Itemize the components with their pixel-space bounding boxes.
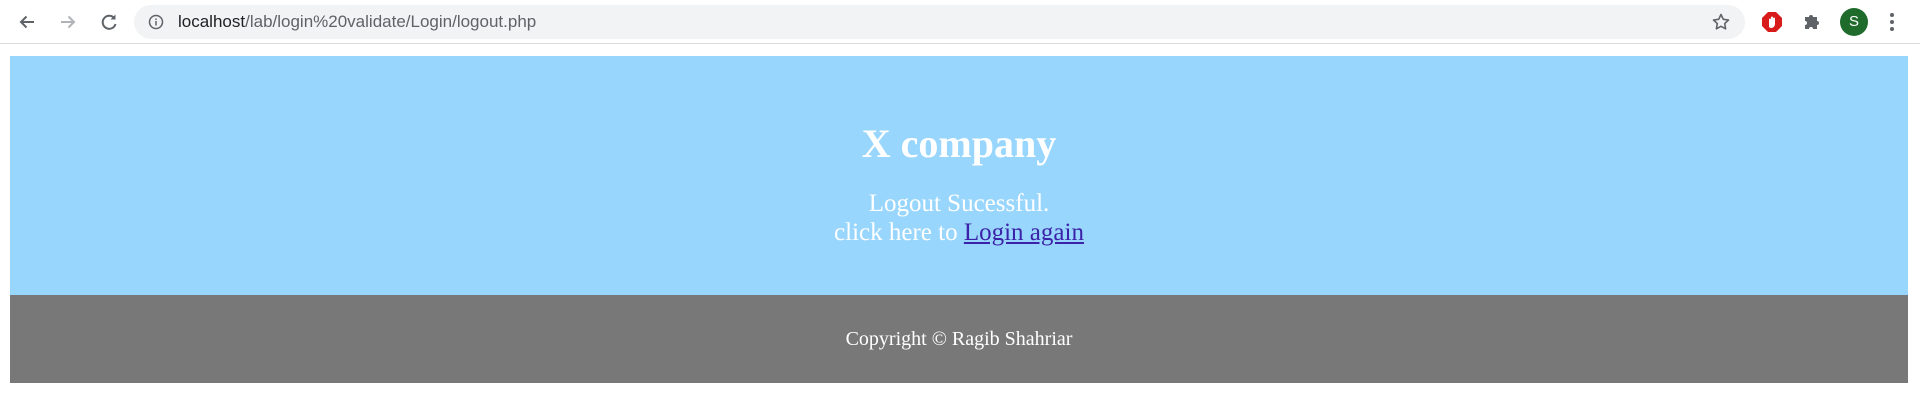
address-bar[interactable]: localhost/lab/login%20validate/Login/log… — [134, 5, 1745, 39]
browser-toolbar: localhost/lab/login%20validate/Login/log… — [0, 0, 1920, 44]
kebab-menu-icon — [1890, 13, 1894, 31]
profile-avatar[interactable]: S — [1840, 8, 1868, 36]
url-path: /lab/login%20validate/Login/logout.php — [245, 12, 537, 31]
company-title: X company — [861, 121, 1057, 166]
info-icon[interactable] — [148, 14, 164, 30]
logout-message: Logout Sucessful. — [868, 190, 1050, 217]
stop-hand-icon — [1762, 12, 1782, 32]
copyright-text: Copyright © Ragib Shahriar — [845, 328, 1073, 350]
login-prompt: click here to Login again — [10, 218, 1908, 247]
login-again-link[interactable]: Login again — [964, 219, 1084, 246]
extensions-button[interactable] — [1800, 10, 1824, 34]
puzzle-icon — [1805, 15, 1819, 29]
arrow-right-icon — [61, 15, 76, 29]
forward-button[interactable] — [53, 7, 83, 37]
browser-menu-button[interactable] — [1880, 10, 1904, 34]
reload-icon — [101, 14, 117, 30]
login-prompt-text: click here to — [834, 219, 958, 246]
footer: Copyright © Ragib Shahriar — [10, 295, 1908, 383]
extension-stop-button[interactable] — [1760, 10, 1784, 34]
hero-section: X company Logout Sucessful. click here t… — [10, 56, 1908, 295]
logout-message-block: Logout Sucessful. click here to Login ag… — [10, 189, 1908, 247]
back-button[interactable] — [12, 7, 42, 37]
star-icon[interactable] — [1711, 12, 1731, 32]
url-host: localhost — [178, 12, 246, 31]
reload-button[interactable] — [94, 7, 124, 37]
page-content: X company Logout Sucessful. click here t… — [10, 56, 1908, 383]
arrow-left-icon — [19, 15, 34, 29]
url-text[interactable]: localhost/lab/login%20validate/Login/log… — [178, 5, 536, 39]
